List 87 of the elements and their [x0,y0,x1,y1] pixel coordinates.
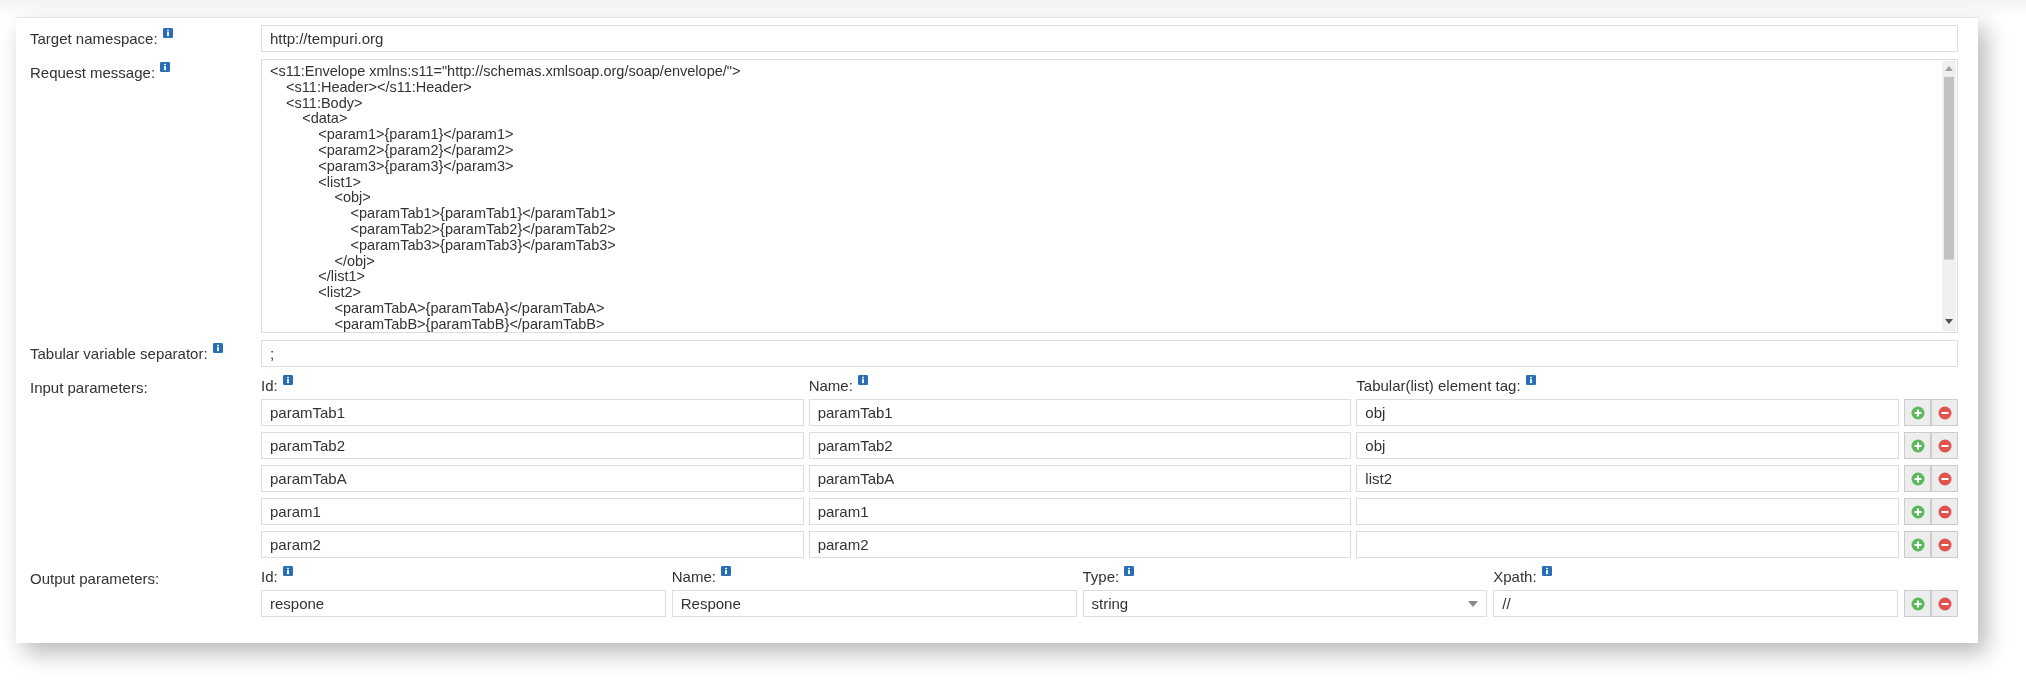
field-label: Output parameters: [30,570,160,587]
field-label: Tabular variable separator: [30,345,208,362]
add-button[interactable] [1904,465,1931,492]
code-line: <param3>{param3}</param3> [317,158,515,175]
code-line: <param1>{param1}</param1> [317,127,515,143]
name-input[interactable]: paramTabA [808,465,1352,492]
plus-circle-icon [1910,596,1925,611]
column-header: Id: [261,377,278,394]
minus-circle-icon [1937,471,1952,486]
add-button[interactable] [1904,590,1931,617]
name-input[interactable]: paramTab1 [808,399,1352,426]
code-line: <data> [302,111,348,128]
column-header: Tabular(list) element tag: [1356,377,1521,394]
code-line: </list1> [317,269,366,286]
remove-button[interactable] [1931,465,1958,492]
info-icon[interactable] [1124,566,1135,576]
add-button[interactable] [1904,498,1931,525]
remove-button[interactable] [1931,399,1958,426]
minus-circle-icon [1937,405,1952,420]
info-icon[interactable] [282,375,293,385]
id-input[interactable]: param2 [261,531,804,558]
code-line: <s11:Envelope xmlns:s11="http://schemas.xmlsoap.org/soap/envelope/"> [270,64,742,80]
id-input[interactable]: paramTabA [261,465,804,492]
code-line: <s11:Header></s11:Header> [286,79,472,96]
tag-input[interactable]: obj [1356,399,1899,426]
id-input[interactable]: respone [261,590,666,617]
xpath-input[interactable]: // [1493,590,1898,617]
tag-input[interactable] [1356,498,1899,525]
info-icon[interactable] [162,28,173,38]
separator-input[interactable]: ; [261,340,1958,367]
field-label: Input parameters: [30,379,148,396]
add-button[interactable] [1904,531,1931,558]
code-line: <s11:Body> [285,95,364,112]
code-line: <paramTabB>{paramTabB}</paramTabB> [333,316,606,332]
code-line: <paramTab3>{paramTab3}</paramTab3> [349,237,617,254]
plus-circle-icon [1910,504,1925,519]
code-line: <paramTab2>{paramTab2}</paramTab2> [349,221,617,238]
column-header: Id: [261,568,278,585]
id-input[interactable]: paramTab1 [261,399,804,426]
info-icon[interactable] [1541,566,1552,576]
code-line: <obj> [333,190,372,207]
info-icon[interactable] [720,566,731,576]
minus-circle-icon [1937,504,1952,519]
code-line: <paramTabA>{paramTabA}</paramTabA> [333,300,606,317]
info-icon[interactable] [1525,375,1536,385]
tag-input[interactable] [1356,531,1899,558]
name-input[interactable]: param1 [808,498,1352,525]
remove-button[interactable] [1931,531,1958,558]
column-header: Name: [671,568,716,585]
id-input[interactable]: param1 [261,498,804,525]
plus-circle-icon [1910,438,1925,453]
plus-circle-icon [1910,537,1925,552]
info-icon[interactable] [282,566,293,576]
remove-button[interactable] [1931,432,1958,459]
namespace-input[interactable]: http://tempuri.org [261,25,1958,52]
field-label: Target namespace: [30,30,158,47]
request-message-textarea[interactable] [261,59,1958,333]
caret-icon [1468,600,1479,607]
type-dropdown[interactable]: string [1082,590,1488,617]
info-icon[interactable] [857,375,868,385]
remove-button[interactable] [1931,590,1958,617]
id-input[interactable]: paramTab2 [261,432,804,459]
column-header: Type: [1082,568,1120,585]
code-line: <list1> [317,174,362,191]
minus-circle-icon [1937,537,1952,552]
code-line: <paramTab1>{paramTab1}</paramTab1> [349,206,617,222]
code-line: </obj> [333,253,375,270]
add-button[interactable] [1904,399,1931,426]
code-line: <list2> [317,285,363,301]
tag-input[interactable]: obj [1356,432,1899,459]
minus-circle-icon [1937,596,1952,611]
name-input[interactable]: paramTab2 [808,432,1352,459]
column-header: Name: [808,377,853,394]
minus-circle-icon [1937,438,1952,453]
scrollbar-drawing[interactable] [1942,61,1956,331]
name-input[interactable]: Respone [671,590,1077,617]
plus-circle-icon [1910,471,1925,486]
info-icon[interactable] [160,62,171,72]
column-header: Xpath: [1493,568,1537,585]
code-line: <param2>{param2}</param2> [317,143,515,159]
name-input[interactable]: param2 [808,531,1352,558]
add-button[interactable] [1904,432,1931,459]
tag-input[interactable]: list2 [1356,465,1899,492]
remove-button[interactable] [1931,498,1958,525]
plus-circle-icon [1910,405,1925,420]
info-icon[interactable] [212,343,223,353]
field-label: Request message: [30,64,156,81]
